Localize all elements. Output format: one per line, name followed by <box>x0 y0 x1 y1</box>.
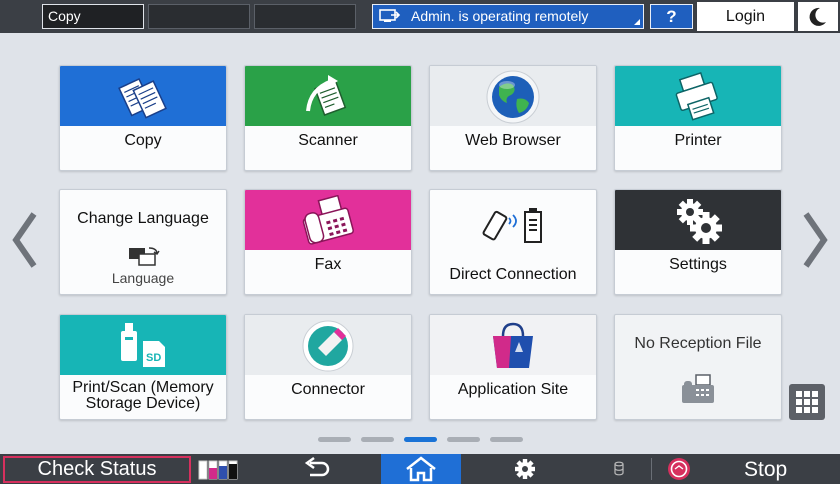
database-icon <box>614 461 624 476</box>
tile-label: No Reception File <box>634 335 762 352</box>
app-tile-web-browser[interactable]: Web Browser <box>429 65 597 171</box>
gear-icon <box>677 199 722 244</box>
previous-page-arrow[interactable] <box>10 210 40 270</box>
app-tile-copy[interactable]: Copy <box>59 65 227 171</box>
tile-label: Application Site <box>457 381 569 398</box>
tile-label: Direct Connection <box>449 266 577 283</box>
page-dot-1[interactable] <box>318 437 351 442</box>
gear-icon <box>515 459 535 479</box>
connector-icon <box>302 320 354 372</box>
tile-label: Scanner <box>298 132 358 149</box>
app-tile-application-site[interactable]: Application Site <box>429 314 597 420</box>
stop-icon-button[interactable] <box>664 454 694 484</box>
function-slot-copy[interactable]: Copy <box>42 4 144 29</box>
app-tile-settings[interactable]: Settings <box>614 189 782 295</box>
remote-status-text: Admin. is operating remotely <box>411 8 589 24</box>
language-icon <box>129 247 160 266</box>
grid-icon <box>796 391 818 413</box>
function-slot-empty-2[interactable] <box>148 4 250 29</box>
function-slot-label: Copy <box>48 8 81 24</box>
moon-icon <box>809 7 826 26</box>
app-tile-print-scan-memory-storage[interactable]: SD Print/Scan (Memory Storage Device) <box>59 314 227 420</box>
scanner-icon <box>306 75 347 116</box>
next-page-arrow[interactable] <box>800 210 830 270</box>
app-tile-direct-connection[interactable]: Direct Connection <box>429 189 597 295</box>
tile-label-line-1: Print/Scan (Memory <box>72 379 214 396</box>
top-status-bar: Copy Admin. is operating remotely ? Logi… <box>0 0 840 33</box>
app-tile-fax[interactable]: Fax <box>244 189 412 295</box>
home-icon <box>406 456 436 482</box>
copy-icon <box>118 77 167 119</box>
direct-connection-icon <box>482 208 542 243</box>
app-tile-scanner[interactable]: Scanner <box>244 65 412 171</box>
tile-label: Fax <box>314 256 342 273</box>
tile-label: Printer <box>674 132 722 149</box>
app-tile-no-reception-file[interactable]: No Reception File <box>614 314 782 420</box>
stop-button[interactable]: Stop <box>744 457 787 483</box>
page-dot-5[interactable] <box>490 437 523 442</box>
energy-saver-button[interactable] <box>798 2 838 31</box>
page-dot-3-current[interactable] <box>404 437 437 442</box>
bottom-bar: Check Status Stop <box>0 454 840 484</box>
toner-level-icon <box>198 460 238 480</box>
page-indicator <box>318 437 528 443</box>
tile-label: Web Browser <box>465 132 561 149</box>
shopping-bag-icon <box>493 322 533 368</box>
app-tile-printer[interactable]: Printer <box>614 65 782 171</box>
fax-icon <box>302 195 354 245</box>
tile-label: Connector <box>291 381 365 398</box>
tile-label: Change Language <box>77 210 209 227</box>
usb-sd-icon: SD <box>121 323 165 367</box>
back-arrow-icon <box>304 456 330 477</box>
svg-text:SD: SD <box>146 352 161 364</box>
tile-label: Copy <box>124 132 162 149</box>
app-list-button[interactable] <box>789 384 825 420</box>
settings-button[interactable] <box>500 454 550 484</box>
remote-operation-status[interactable]: Admin. is operating remotely <box>372 4 644 29</box>
tile-label: Settings <box>669 256 727 273</box>
printer-icon <box>675 72 718 121</box>
app-tile-change-language[interactable]: Change Language Language <box>59 189 227 295</box>
expand-corner-icon <box>634 19 640 25</box>
stop-icon <box>668 458 690 480</box>
page-dot-4[interactable] <box>447 437 480 442</box>
check-status-button[interactable]: Check Status <box>3 456 191 483</box>
tile-label-line-2: Storage Device) <box>85 395 201 412</box>
globe-icon <box>486 70 540 124</box>
data-storage-indicator <box>604 454 634 484</box>
fax-machine-icon <box>682 374 714 403</box>
function-slot-empty-3[interactable] <box>254 4 356 29</box>
remote-pc-icon <box>379 9 401 22</box>
back-button[interactable] <box>290 454 344 484</box>
tile-sublabel: Language <box>111 270 175 286</box>
home-button[interactable] <box>381 454 461 484</box>
app-tile-connector[interactable]: Connector <box>244 314 412 420</box>
page-dot-2[interactable] <box>361 437 394 442</box>
help-button[interactable]: ? <box>650 4 693 29</box>
login-button[interactable]: Login <box>697 2 794 31</box>
